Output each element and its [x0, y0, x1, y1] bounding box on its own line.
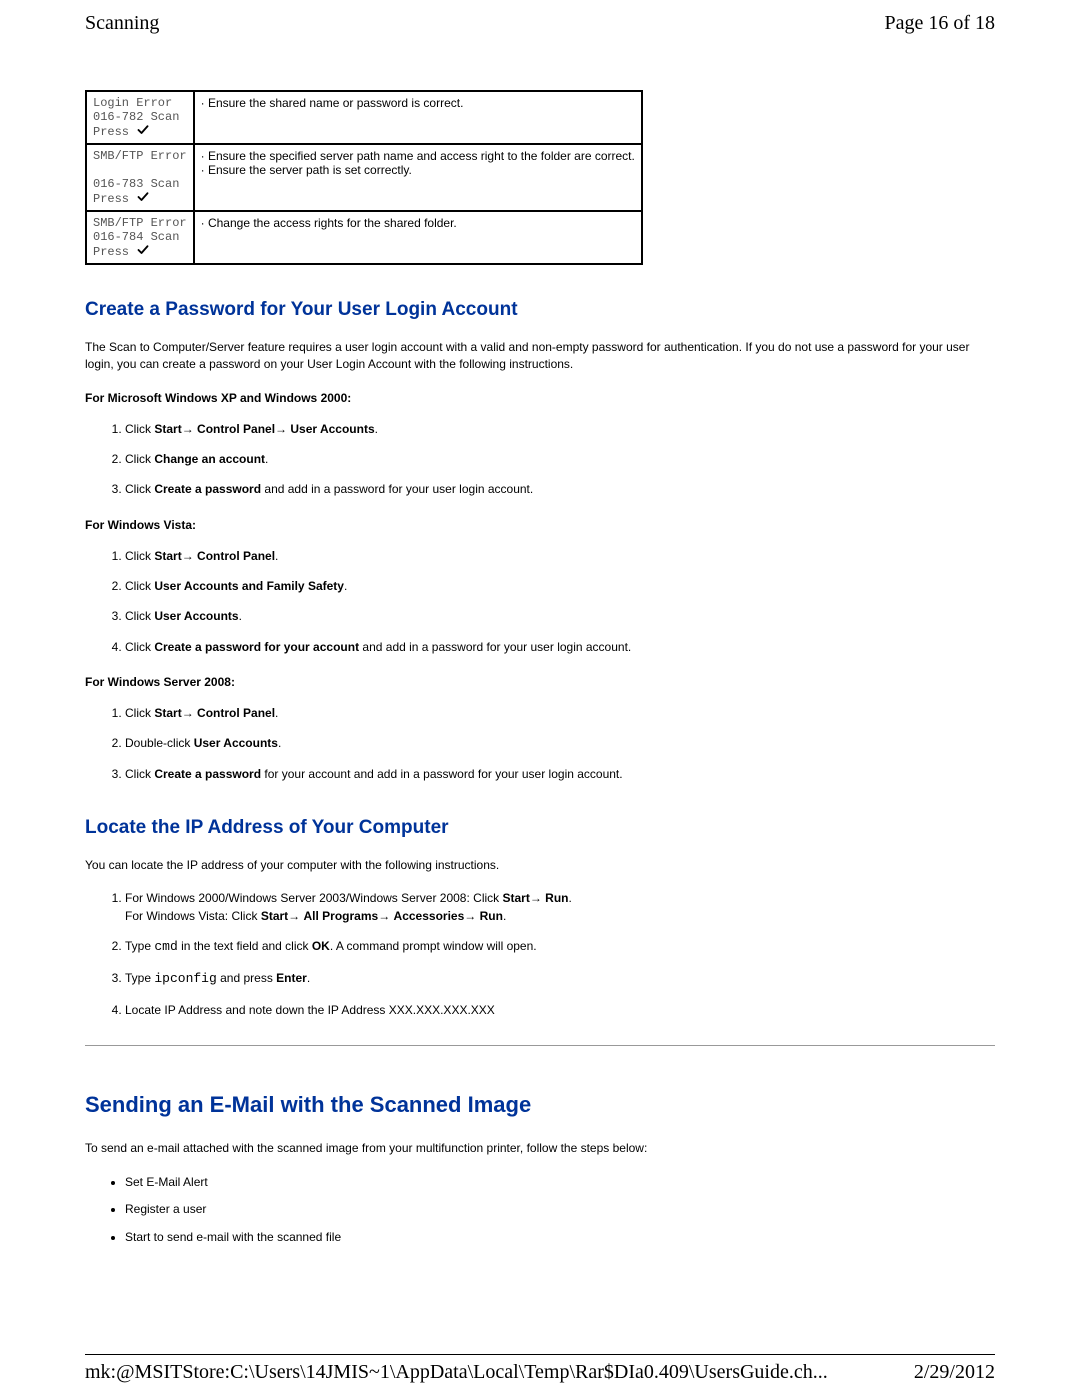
error-code-cell: SMB/FTP Error016-783 ScanPress: [86, 144, 194, 211]
os-steps: Click Start→ Control Panel. Double-click …: [125, 705, 995, 783]
list-item: Click Start→ Control Panel.: [125, 548, 995, 565]
header-left: Scanning: [85, 12, 159, 35]
list-item: Type cmd in the text field and click OK.…: [125, 938, 995, 957]
table-row: Login Error016-782 ScanPress · Ensure th…: [86, 91, 642, 144]
intro-create-password: The Scan to Computer/Server feature requ…: [85, 339, 995, 374]
page-footer: mk:@MSITStore:C:\Users\14JMIS~1\AppData\…: [0, 1354, 1080, 1384]
os-steps: Click Start→ Control Panel→ User Account…: [125, 421, 995, 499]
list-item: Click Create a password for your account…: [125, 639, 995, 656]
list-item: Click User Accounts.: [125, 608, 995, 625]
steps-locate-ip: For Windows 2000/Windows Server 2003/Win…: [125, 890, 995, 1019]
heading-sending-email: Sending an E-Mail with the Scanned Image: [85, 1092, 995, 1118]
list-item: For Windows 2000/Windows Server 2003/Win…: [125, 890, 995, 925]
list-item: Set E-Mail Alert: [125, 1174, 995, 1191]
section-divider: [85, 1045, 995, 1046]
list-item: Double-click User Accounts.: [125, 735, 995, 752]
error-code-cell: Login Error016-782 ScanPress: [86, 91, 194, 144]
table-row: SMB/FTP Error016-783 ScanPress · Ensure …: [86, 144, 642, 211]
list-item: Type ipconfig and press Enter.: [125, 970, 995, 989]
os-heading: For Microsoft Windows XP and Windows 200…: [85, 390, 995, 407]
error-desc-cell: · Change the access rights for the share…: [194, 211, 642, 264]
list-item: Register a user: [125, 1201, 995, 1218]
os-heading: For Windows Server 2008:: [85, 674, 995, 691]
heading-locate-ip: Locate the IP Address of Your Computer: [85, 817, 995, 839]
page-header: Scanning Page 16 of 18: [85, 12, 995, 35]
list-item: Click User Accounts and Family Safety.: [125, 578, 995, 595]
list-item: Click Start→ Control Panel→ User Account…: [125, 421, 995, 438]
list-item: Start to send e-mail with the scanned fi…: [125, 1229, 995, 1246]
check-icon: [136, 192, 150, 206]
error-desc-cell: · Ensure the shared name or password is …: [194, 91, 642, 144]
list-item: Click Create a password and add in a pas…: [125, 481, 995, 498]
list-item: Click Change an account.: [125, 451, 995, 468]
error-desc-cell: · Ensure the specified server path name …: [194, 144, 642, 211]
list-item: Click Create a password for your account…: [125, 766, 995, 783]
table-row: SMB/FTP Error016-784 ScanPress · Change …: [86, 211, 642, 264]
check-icon: [136, 125, 150, 139]
list-item: Locate IP Address and note down the IP A…: [125, 1002, 995, 1019]
check-icon: [136, 245, 150, 259]
error-table: Login Error016-782 ScanPress · Ensure th…: [85, 90, 643, 265]
os-steps: Click Start→ Control Panel. Click User Ac…: [125, 548, 995, 657]
list-item: Click Start→ Control Panel.: [125, 705, 995, 722]
footer-date: 2/29/2012: [914, 1361, 995, 1384]
error-code-cell: SMB/FTP Error016-784 ScanPress: [86, 211, 194, 264]
intro-locate-ip: You can locate the IP address of your co…: [85, 857, 995, 874]
intro-sending-email: To send an e-mail attached with the scan…: [85, 1140, 995, 1157]
footer-path: mk:@MSITStore:C:\Users\14JMIS~1\AppData\…: [85, 1361, 828, 1384]
bullets-sending-email: Set E-Mail Alert Register a user Start to …: [125, 1174, 995, 1246]
heading-create-password: Create a Password for Your User Login Ac…: [85, 299, 995, 321]
os-heading: For Windows Vista:: [85, 517, 995, 534]
header-right: Page 16 of 18: [884, 12, 995, 35]
